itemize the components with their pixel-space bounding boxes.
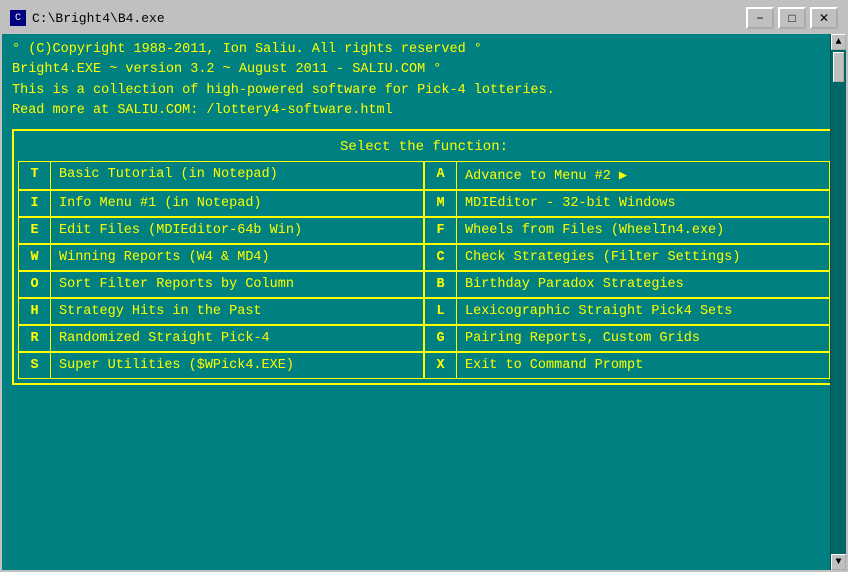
main-window: C C:\Bright4\B4.exe − □ ✕ ° (C)Copyright…	[0, 0, 848, 572]
menu-row-left-3[interactable]: W Winning Reports (W4 & MD4)	[18, 244, 424, 271]
menu-key: O	[19, 272, 51, 297]
window-title: C:\Bright4\B4.exe	[32, 11, 746, 26]
title-bar: C C:\Bright4\B4.exe − □ ✕	[2, 2, 846, 34]
menu-key: R	[19, 326, 51, 351]
menu-row-left-7[interactable]: S Super Utilities ($WPick4.EXE)	[18, 352, 424, 379]
menu-row-left-0[interactable]: T Basic Tutorial (in Notepad)	[18, 161, 424, 190]
version-line: Bright4.EXE ~ version 3.2 ~ August 2011 …	[12, 60, 836, 80]
menu-key: A	[425, 162, 457, 189]
description-line: This is a collection of high-powered sof…	[12, 81, 836, 101]
menu-label: Lexicographic Straight Pick4 Sets	[457, 299, 740, 324]
close-button[interactable]: ✕	[810, 7, 838, 29]
menu-row-left-5[interactable]: H Strategy Hits in the Past	[18, 298, 424, 325]
menu-row-right-4[interactable]: B Birthday Paradox Strategies	[424, 271, 830, 298]
menu-row-right-5[interactable]: L Lexicographic Straight Pick4 Sets	[424, 298, 830, 325]
menu-box: Select the function: T Basic Tutorial (i…	[12, 129, 836, 385]
scroll-up-button[interactable]: ▲	[831, 34, 846, 50]
scrollbar[interactable]: ▲ ▼	[830, 34, 846, 570]
menu-row-left-4[interactable]: O Sort Filter Reports by Column	[18, 271, 424, 298]
menu-label: Sort Filter Reports by Column	[51, 272, 302, 297]
menu-label: Birthday Paradox Strategies	[457, 272, 692, 297]
menu-key: G	[425, 326, 457, 351]
menu-label: Wheels from Files (WheelIn4.exe)	[457, 218, 732, 243]
menu-row-left-6[interactable]: R Randomized Straight Pick-4	[18, 325, 424, 352]
menu-label: Info Menu #1 (in Notepad)	[51, 191, 270, 216]
scroll-track	[831, 50, 846, 554]
menu-label: Check Strategies (Filter Settings)	[457, 245, 748, 270]
menu-grid: T Basic Tutorial (in Notepad) A Advance …	[18, 161, 830, 379]
menu-key: L	[425, 299, 457, 324]
minimize-button[interactable]: −	[746, 7, 774, 29]
copyright-line: ° (C)Copyright 1988-2011, Ion Saliu. All…	[12, 40, 836, 60]
scroll-down-button[interactable]: ▼	[831, 554, 846, 570]
menu-row-right-0[interactable]: A Advance to Menu #2 ▶	[424, 161, 830, 190]
menu-label: MDIEditor - 32-bit Windows	[457, 191, 684, 216]
menu-label: Advance to Menu #2 ▶	[457, 162, 635, 189]
website-line: Read more at SALIU.COM: /lottery4-softwa…	[12, 101, 836, 121]
menu-label: Edit Files (MDIEditor-64b Win)	[51, 218, 310, 243]
header-section: ° (C)Copyright 1988-2011, Ion Saliu. All…	[12, 40, 836, 121]
menu-label: Pairing Reports, Custom Grids	[457, 326, 708, 351]
menu-key: I	[19, 191, 51, 216]
scroll-thumb[interactable]	[833, 52, 844, 82]
menu-label: Strategy Hits in the Past	[51, 299, 270, 324]
menu-title: Select the function:	[18, 135, 830, 161]
maximize-button[interactable]: □	[778, 7, 806, 29]
menu-key: M	[425, 191, 457, 216]
menu-row-right-2[interactable]: F Wheels from Files (WheelIn4.exe)	[424, 217, 830, 244]
menu-key: E	[19, 218, 51, 243]
menu-key: W	[19, 245, 51, 270]
menu-label: Exit to Command Prompt	[457, 353, 651, 378]
menu-row-right-6[interactable]: G Pairing Reports, Custom Grids	[424, 325, 830, 352]
menu-key: B	[425, 272, 457, 297]
menu-key: H	[19, 299, 51, 324]
menu-key: C	[425, 245, 457, 270]
menu-key: X	[425, 353, 457, 378]
menu-label: Winning Reports (W4 & MD4)	[51, 245, 278, 270]
menu-row-right-1[interactable]: M MDIEditor - 32-bit Windows	[424, 190, 830, 217]
menu-label: Randomized Straight Pick-4	[51, 326, 278, 351]
menu-label: Basic Tutorial (in Notepad)	[51, 162, 286, 189]
title-bar-buttons: − □ ✕	[746, 7, 838, 29]
menu-key: T	[19, 162, 51, 189]
menu-row-left-2[interactable]: E Edit Files (MDIEditor-64b Win)	[18, 217, 424, 244]
menu-label: Super Utilities ($WPick4.EXE)	[51, 353, 302, 378]
menu-key: F	[425, 218, 457, 243]
menu-row-left-1[interactable]: I Info Menu #1 (in Notepad)	[18, 190, 424, 217]
terminal-content: ° (C)Copyright 1988-2011, Ion Saliu. All…	[2, 34, 846, 570]
window-icon: C	[10, 10, 26, 26]
menu-key: S	[19, 353, 51, 378]
menu-row-right-7[interactable]: X Exit to Command Prompt	[424, 352, 830, 379]
menu-row-right-3[interactable]: C Check Strategies (Filter Settings)	[424, 244, 830, 271]
